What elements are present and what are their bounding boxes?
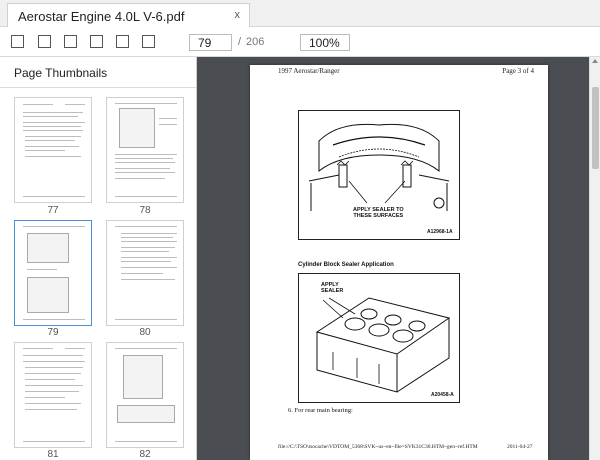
figure1-code: A12968-1A xyxy=(427,229,453,235)
page-thumbnail-78[interactable] xyxy=(106,97,184,203)
thumbnail-sidebar: Page Thumbnails 77 78 79 80 81 82 xyxy=(0,57,197,460)
page-total: 206 xyxy=(246,36,265,48)
engine-block-top-illustration xyxy=(308,123,450,211)
tool-button-2[interactable] xyxy=(38,35,51,48)
sidebar-toggle-button[interactable] xyxy=(11,35,24,48)
figure2-callout: APPLY SEALER xyxy=(321,282,344,294)
page-thumbnail-80[interactable] xyxy=(106,220,184,326)
page-footer-path: file://C:\TSO\tsocache\VDTOM_5368\SVK~us… xyxy=(278,444,478,450)
thumbnail-label: 79 xyxy=(47,327,59,338)
figure2-code: A20458-A xyxy=(431,392,454,398)
tool-button-4[interactable] xyxy=(90,35,103,48)
scroll-up-icon[interactable] xyxy=(592,59,598,63)
thumbnail-label: 78 xyxy=(139,205,151,216)
thumbnail-label: 77 xyxy=(47,205,59,216)
scrollbar-thumb[interactable] xyxy=(592,87,599,169)
toolbar: 79 / 206 100% xyxy=(0,27,600,57)
page-footer-date: 2011-04-27 xyxy=(507,444,533,450)
page-thumbnail-77[interactable] xyxy=(14,97,92,203)
page-thumbnail-81[interactable] xyxy=(14,342,92,448)
document-viewer[interactable]: 1997 Aerostar/Ranger Page 3 of 4 APPLY S… xyxy=(197,57,589,460)
figure-caption: Cylinder Block Sealer Application xyxy=(298,262,394,268)
page-separator: / xyxy=(238,36,242,48)
tool-button-5[interactable] xyxy=(116,35,129,48)
tool-button-6[interactable] xyxy=(142,35,155,48)
page-thumbnail-79[interactable] xyxy=(14,220,92,326)
page-number-input[interactable]: 79 xyxy=(189,34,232,51)
page-header-left: 1997 Aerostar/Ranger xyxy=(278,67,340,75)
page-thumbnail-82[interactable] xyxy=(106,342,184,448)
procedure-step: 6. For rear main bearing: xyxy=(288,407,353,414)
sidebar-divider xyxy=(0,87,196,88)
vertical-scrollbar[interactable] xyxy=(589,57,600,460)
figure1-callout: APPLY SEALER TO THESE SURFACES xyxy=(353,207,404,219)
thumbnail-label: 80 xyxy=(139,327,151,338)
document-tab[interactable]: Aerostar Engine 4.0L V-6.pdf x xyxy=(7,3,250,28)
page-header-right: Page 3 of 4 xyxy=(502,67,534,75)
zoom-input[interactable]: 100% xyxy=(300,34,350,51)
close-icon[interactable]: x xyxy=(235,9,241,21)
thumbnail-label: 82 xyxy=(139,449,151,460)
tab-title: Aerostar Engine 4.0L V-6.pdf xyxy=(18,9,185,24)
tool-button-3[interactable] xyxy=(64,35,77,48)
cylinder-block-sealer-figure: APPLY SEALER TO THESE SURFACES A12968-1A xyxy=(298,110,460,240)
document-page: 1997 Aerostar/Ranger Page 3 of 4 APPLY S… xyxy=(250,65,548,460)
cylinder-block-figure: APPLY SEALER A20458-A xyxy=(298,273,460,403)
thumbnail-label: 81 xyxy=(47,449,59,460)
sidebar-title: Page Thumbnails xyxy=(14,66,108,80)
tab-bar: Aerostar Engine 4.0L V-6.pdf x xyxy=(0,0,600,28)
